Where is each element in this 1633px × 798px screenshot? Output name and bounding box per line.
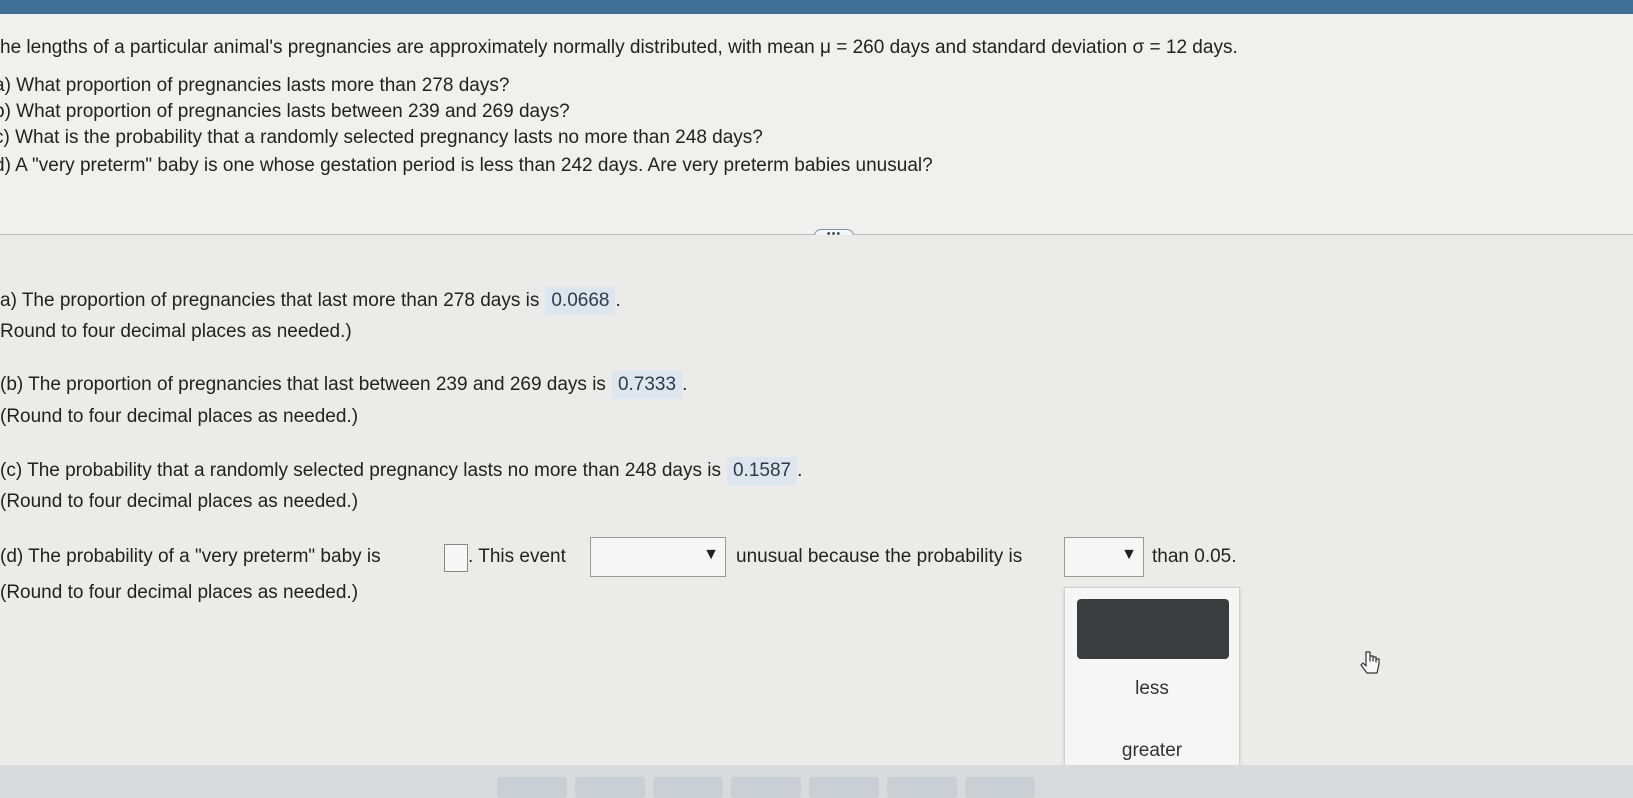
answer-d-text2: . This event bbox=[468, 546, 566, 567]
bottom-toolbar bbox=[0, 765, 1633, 798]
dropdown-arrow-icon: ▼ bbox=[703, 546, 719, 563]
dropdown-option-less[interactable]: less bbox=[1065, 678, 1239, 700]
answer-b-text: (b) The proportion of pregnancies that l… bbox=[0, 374, 606, 395]
answer-a-round: Round to four decimal places as needed.) bbox=[0, 321, 352, 342]
answer-section: a) The proportion of pregnancies that la… bbox=[0, 235, 1633, 765]
problem-statement: he lengths of a particular animal's preg… bbox=[0, 14, 1633, 234]
dropdown-option-greater[interactable]: greater bbox=[1065, 740, 1239, 762]
hand-pointer-icon bbox=[1360, 650, 1382, 681]
question-b: b) What proportion of pregnancies lasts … bbox=[0, 101, 570, 122]
answer-c-round: (Round to four decimal places as needed.… bbox=[0, 491, 359, 512]
answer-b-line: (b) The proportion of pregnancies that l… bbox=[0, 371, 687, 399]
question-a: a) What proportion of pregnancies lasts … bbox=[0, 75, 510, 96]
toolbar-button[interactable] bbox=[965, 777, 1035, 798]
answer-d-input[interactable] bbox=[444, 544, 468, 572]
toolbar-button[interactable] bbox=[731, 777, 801, 798]
answer-d-text1: (d) The probability of a "very preterm" … bbox=[0, 546, 381, 567]
comparison-select[interactable]: ▼ bbox=[1064, 537, 1144, 577]
answer-b-round: (Round to four decimal places as needed.… bbox=[0, 406, 359, 427]
question-c: c) What is the probability that a random… bbox=[0, 127, 763, 148]
toolbar-button[interactable] bbox=[809, 777, 879, 798]
answer-d-text3: unusual because the probability is bbox=[736, 546, 1023, 567]
top-bar bbox=[0, 0, 1633, 14]
dropdown-arrow-icon: ▼ bbox=[1121, 546, 1137, 563]
answer-a-line: a) The proportion of pregnancies that la… bbox=[0, 287, 621, 315]
toolbar-button[interactable] bbox=[575, 777, 645, 798]
answer-c-text: (c) The probability that a randomly sele… bbox=[0, 460, 721, 481]
answer-c-value[interactable]: 0.1587 bbox=[726, 457, 798, 485]
answer-d-round: (Round to four decimal places as needed.… bbox=[0, 582, 359, 603]
toolbar-button[interactable] bbox=[887, 777, 957, 798]
toolbar-button[interactable] bbox=[653, 777, 723, 798]
event-unusual-select[interactable]: ▼ bbox=[590, 537, 726, 577]
problem-intro: he lengths of a particular animal's preg… bbox=[0, 37, 1238, 58]
answer-b-value[interactable]: 0.7333 bbox=[611, 371, 683, 399]
answer-d-text4: than 0.05. bbox=[1152, 546, 1237, 567]
toolbar-button[interactable] bbox=[497, 777, 567, 798]
answer-a-value[interactable]: 0.0668 bbox=[545, 287, 616, 315]
dropdown-blank-option[interactable] bbox=[1077, 599, 1229, 659]
answer-a-text: a) The proportion of pregnancies that la… bbox=[0, 290, 540, 311]
answer-c-line: (c) The probability that a randomly sele… bbox=[0, 457, 802, 485]
question-d: d) A "very preterm" baby is one whose ge… bbox=[0, 155, 933, 176]
comparison-dropdown-menu: less greater bbox=[1064, 587, 1240, 792]
